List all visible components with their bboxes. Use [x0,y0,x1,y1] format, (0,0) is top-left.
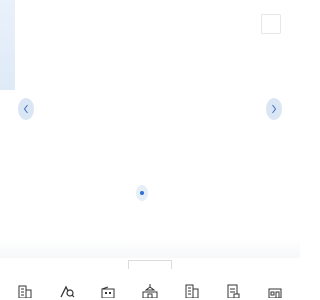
category-icon-bar [0,282,300,300]
home-page [0,0,300,300]
category-office-building[interactable] [15,282,35,300]
category-document-building[interactable] [223,282,243,300]
hero-banner[interactable] [0,0,15,90]
office-building-icon [18,285,32,298]
tall-building-icon [185,284,199,298]
building-block-icon [101,286,115,298]
category-shop-building[interactable] [265,282,285,300]
document-building-icon [227,284,240,298]
route-path-icon [59,285,74,298]
chevron-right-icon [272,104,277,114]
carousel-pagination[interactable] [136,185,148,201]
top-right-box[interactable] [261,14,281,34]
category-tall-building[interactable] [182,282,202,300]
carousel-prev-button[interactable] [18,98,34,120]
landmark-building-icon [142,284,158,298]
category-landmark-building[interactable] [140,282,160,300]
pagination-dot-active[interactable] [140,191,144,195]
chevron-left-icon [23,104,28,114]
category-building-block[interactable] [98,282,118,300]
shop-building-icon [268,288,282,298]
section-title-ticks [128,260,172,269]
section-title [126,253,174,269]
category-route-path[interactable] [57,282,77,300]
carousel-next-button[interactable] [266,98,282,120]
